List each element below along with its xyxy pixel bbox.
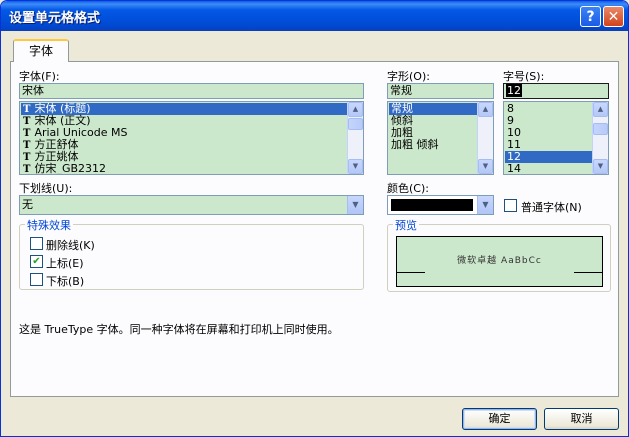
style-list-scrollbar[interactable]: ▲ ▼ <box>477 102 493 174</box>
color-combobox[interactable]: ▼ <box>387 195 494 215</box>
scroll-up-button[interactable]: ▲ <box>478 102 493 117</box>
preview-baseline-left <box>397 272 425 273</box>
strikethrough-label: 删除线(K) <box>46 239 95 252</box>
color-dropdown-button[interactable]: ▼ <box>477 196 493 214</box>
preview-baseline-right <box>574 272 602 273</box>
size-item[interactable]: 14 <box>505 163 521 175</box>
truetype-icon: T <box>23 152 31 163</box>
help-button[interactable]: ? <box>580 6 601 27</box>
preview-group-title: 预览 <box>393 217 419 233</box>
scroll-up-button[interactable]: ▲ <box>348 102 363 117</box>
normal-font-checkbox[interactable] <box>504 199 517 212</box>
size-listbox[interactable]: 8 9 10 11 12 14 ▲ ▼ <box>503 101 609 175</box>
dialog-client: 字体 字体(F): 宋体 T 宋体 (标题) T 宋体 (正文) T Arial Un… <box>4 31 625 435</box>
strikethrough-checkbox[interactable] <box>30 237 43 250</box>
style-listbox[interactable]: 常规 倾斜 加粗 加粗 倾斜 ▲ ▼ <box>387 101 494 175</box>
up-arrow-icon: ▲ <box>482 105 489 113</box>
down-arrow-icon: ▼ <box>482 162 489 170</box>
font-listbox[interactable]: T 宋体 (标题) T 宋体 (正文) T Arial Unicode MS T 方正舒… <box>19 101 364 175</box>
underline-value: 无 <box>22 198 33 211</box>
format-cells-dialog: 设置单元格格式 ? ✕ 字体 字体(F): 宋体 T 宋体 (标题) T 宋体 (正… <box>0 0 629 437</box>
subscript-checkbox[interactable] <box>30 273 43 286</box>
scroll-down-button[interactable]: ▼ <box>478 159 493 174</box>
font-item[interactable]: T 仿宋_GB2312 <box>21 163 106 175</box>
style-input[interactable]: 常规 <box>387 83 494 99</box>
normal-font-label: 普通字体(N) <box>521 201 582 214</box>
truetype-icon: T <box>23 140 31 151</box>
close-icon: ✕ <box>607 8 620 25</box>
style-item[interactable]: 加粗 倾斜 <box>389 139 439 151</box>
scroll-down-button[interactable]: ▼ <box>593 159 608 174</box>
truetype-icon: T <box>23 164 31 175</box>
info-text: 这是 TrueType 字体。同一种字体将在屏幕和打印机上同时使用。 <box>19 323 339 336</box>
preview-sample-text: 微软卓越 AaBbCc <box>457 256 542 266</box>
truetype-icon: T <box>23 116 31 127</box>
scroll-up-button[interactable]: ▲ <box>593 102 608 117</box>
truetype-icon: T <box>23 128 31 139</box>
up-arrow-icon: ▲ <box>597 105 604 113</box>
font-input[interactable]: 宋体 <box>19 83 364 99</box>
close-button[interactable]: ✕ <box>603 6 624 27</box>
underline-dropdown-button[interactable]: ▼ <box>347 196 363 214</box>
color-label: 颜色(C): <box>387 182 429 195</box>
effects-group-title: 特殊效果 <box>25 217 73 233</box>
scroll-down-button[interactable]: ▼ <box>348 159 363 174</box>
tab-font[interactable]: 字体 <box>13 39 69 62</box>
size-input[interactable]: 12 <box>503 83 609 99</box>
color-swatch <box>391 199 473 211</box>
preview-area: 微软卓越 AaBbCc <box>396 236 603 287</box>
ok-button[interactable]: 确定 <box>462 408 537 430</box>
up-arrow-icon: ▲ <box>352 105 359 113</box>
size-list-scrollbar[interactable]: ▲ ▼ <box>592 102 608 174</box>
subscript-label: 下标(B) <box>46 275 85 288</box>
chevron-down-icon: ▼ <box>352 200 359 209</box>
style-label: 字形(O): <box>387 70 430 83</box>
truetype-icon: T <box>23 104 31 115</box>
help-icon: ? <box>586 8 595 25</box>
superscript-checkbox[interactable]: ✔ <box>30 255 43 268</box>
scroll-thumb[interactable] <box>348 118 363 130</box>
title-bar[interactable]: 设置单元格格式 ? ✕ <box>1 1 628 31</box>
underline-label: 下划线(U): <box>19 182 73 195</box>
size-input-value: 12 <box>506 84 522 97</box>
scroll-thumb[interactable] <box>593 123 608 135</box>
font-list-scrollbar[interactable]: ▲ ▼ <box>347 102 363 174</box>
check-icon: ✔ <box>32 256 41 267</box>
font-label: 字体(F): <box>19 70 60 83</box>
underline-combobox[interactable]: 无 ▼ <box>19 195 364 215</box>
superscript-label: 上标(E) <box>46 257 84 270</box>
down-arrow-icon: ▼ <box>352 162 359 170</box>
size-label: 字号(S): <box>503 70 545 83</box>
window-title: 设置单元格格式 <box>9 11 101 26</box>
cancel-button[interactable]: 取消 <box>544 408 619 430</box>
down-arrow-icon: ▼ <box>597 162 604 170</box>
chevron-down-icon: ▼ <box>482 200 489 209</box>
